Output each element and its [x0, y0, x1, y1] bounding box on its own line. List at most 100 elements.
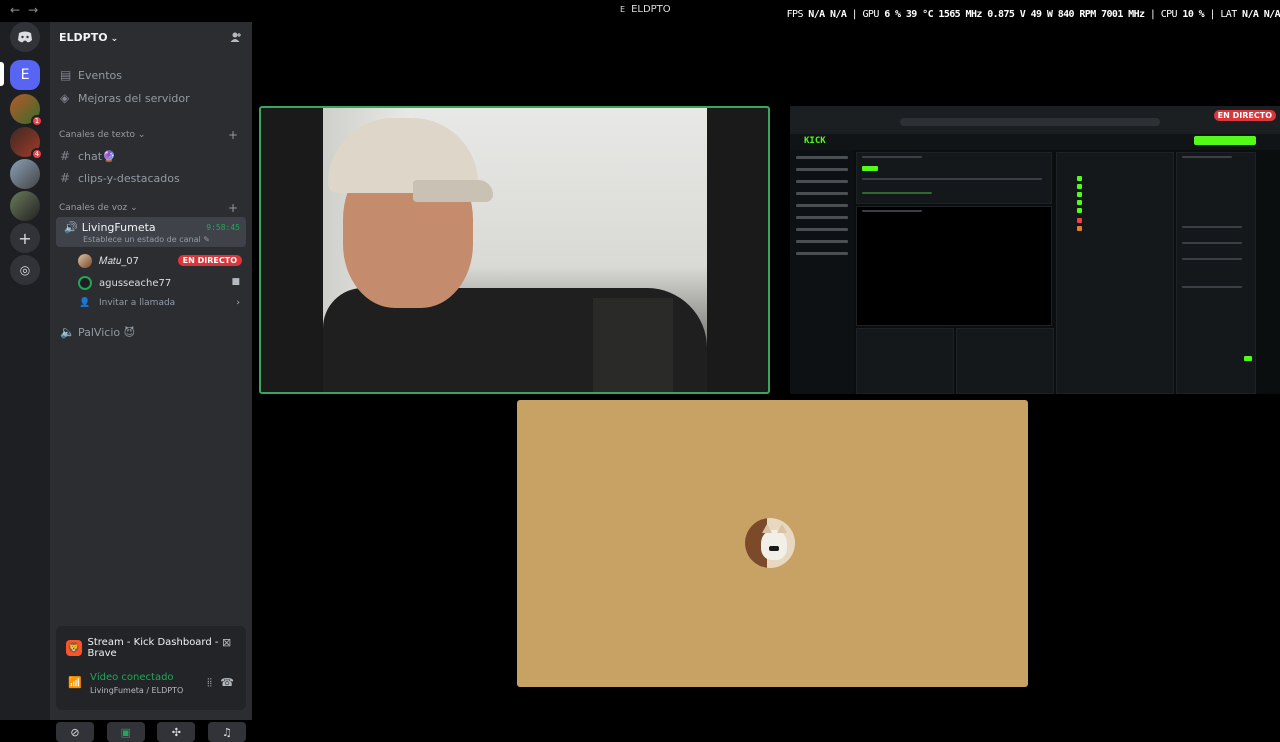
camera-off-icon[interactable]: ⊘	[56, 722, 94, 742]
selected-server-pill	[0, 62, 4, 86]
chevron-right-icon: ›	[236, 298, 240, 308]
speaker-icon: 🔊	[64, 221, 78, 234]
voice-user-agusseache[interactable]: agusseache77	[78, 276, 171, 290]
live-badge: EN DIRECTO	[177, 255, 242, 266]
screen-share-tile[interactable]: KICK EN DIRECTO	[790, 106, 1280, 394]
fps-value-2: N/A	[829, 9, 847, 20]
channel-chat[interactable]: # chat🔮	[60, 149, 116, 163]
boosts-row[interactable]: ◈ Mejoras del servidor	[60, 91, 190, 105]
server-name: ELDPTO	[59, 31, 108, 44]
server-rail: E 1 4 + ◎	[0, 22, 50, 720]
lat-value-2: N/A	[1263, 9, 1280, 20]
camera-tile[interactable]	[259, 106, 770, 394]
server-avatar-1-icon[interactable]: 1	[10, 94, 43, 127]
voice-channel-livingfumeta[interactable]: 🔊 LivingFumeta 9:58:45 Establece un estad…	[56, 217, 246, 247]
stream-info: 🦁 Stream - Kick Dashboard - Brave	[66, 637, 246, 659]
call-timer: 9:58:45	[206, 223, 240, 232]
hashtag-icon: #	[60, 171, 71, 185]
gpu-temp: 39 °C	[905, 9, 934, 20]
fps-value: N/A	[808, 9, 825, 20]
stop-stream-icon[interactable]: ⊠	[222, 636, 236, 650]
user-name: 𝑀𝑎𝑡𝑢_07	[99, 255, 139, 267]
soundboard-icon[interactable]: ♫	[207, 722, 246, 742]
add-member-icon[interactable]	[230, 31, 242, 46]
add-voice-channel-icon[interactable]: +	[228, 201, 238, 215]
activities-icon[interactable]: ✣	[157, 722, 196, 742]
voice-channel-palvicio[interactable]: 🔈 PalVicio 😈	[60, 325, 135, 339]
lat-value: N/A	[1242, 9, 1259, 20]
performance-overlay: FPS N/A N/A | GPU 6 % 39 °C 1565 MHz 0.8…	[786, 9, 1280, 20]
kick-logo: KICK	[804, 136, 826, 146]
text-category-header[interactable]: Canales de texto ⌄	[59, 130, 145, 140]
server-eldpto-icon[interactable]: E	[10, 60, 40, 90]
cpu-load: 10 %	[1182, 9, 1205, 20]
title-server-icon: E	[620, 5, 626, 14]
boost-gem-icon: ◈	[60, 91, 70, 105]
title-bar: ←→ E ELDPTO FPS N/A N/A | GPU 6 % 39 °C 1…	[0, 0, 1280, 22]
avatar-tile[interactable]	[517, 400, 1028, 687]
chevron-down-icon: ⌄	[110, 34, 119, 44]
forward-arrow-icon[interactable]: →	[28, 3, 46, 17]
title-text: ELDPTO	[631, 4, 671, 15]
webcam-video	[323, 108, 707, 392]
gpu-label: GPU	[862, 9, 880, 20]
voice-connection-panel: 🦁 Stream - Kick Dashboard - Brave ⊠ 📶 Víd…	[56, 626, 246, 710]
lat-label: LAT	[1220, 9, 1237, 20]
calendar-icon: ▤	[60, 68, 72, 82]
invite-to-call-row[interactable]: 👤 Invitar a llamada	[78, 298, 175, 308]
discord-home-icon[interactable]	[10, 22, 40, 52]
add-text-channel-icon[interactable]: +	[228, 128, 238, 142]
channel-label: clips-y-destacados	[78, 171, 180, 185]
brave-browser-icon: 🦁	[66, 640, 82, 656]
avatar	[78, 254, 92, 268]
nav-arrows: ←→	[10, 3, 46, 17]
voice-category-label: Canales de voz	[59, 203, 128, 213]
channel-label: chat🔮	[78, 149, 116, 163]
channel-status-prompt[interactable]: Establece un estado de canal ✎	[83, 235, 210, 244]
gpu-mem: 7001 MHz	[1101, 9, 1145, 20]
mention-badge: 4	[31, 148, 43, 160]
gpu-fan: 840 RPM	[1057, 9, 1097, 20]
channel-label: PalVicio 😈	[78, 325, 136, 339]
channel-sidebar: ELDPTO ⌄ ▤ Eventos ◈ Mejoras del servidor C…	[50, 22, 252, 742]
add-person-icon: 👤	[79, 298, 91, 308]
connection-location: LivingFumeta / ELDPTO	[90, 686, 184, 695]
gpu-load: 6 %	[884, 9, 901, 20]
user-name: agusseache77	[99, 277, 172, 289]
call-action-bar: ⊘ ▣ ✣ ♫	[56, 722, 246, 742]
voice-category-header[interactable]: Canales de voz ⌄	[59, 203, 138, 213]
text-category-label: Canales de texto	[59, 130, 135, 140]
avatar	[78, 276, 92, 290]
live-badge: EN DIRECTO	[1213, 110, 1276, 121]
channel-clips[interactable]: # clips-y-destacados	[60, 171, 180, 185]
invite-label: Invitar a llamada	[99, 298, 176, 308]
cat-avatar	[745, 518, 795, 568]
back-arrow-icon[interactable]: ←	[10, 3, 28, 17]
disconnect-icon[interactable]: ☎	[220, 676, 234, 689]
discover-compass-icon[interactable]: ◎	[10, 255, 40, 285]
server-avatar-2-icon[interactable]: 4	[10, 127, 43, 160]
noise-suppression-icon[interactable]: ⦙⦙	[207, 676, 212, 690]
speaker-icon: 🔈	[60, 325, 75, 339]
voice-channel-name: LivingFumeta	[81, 221, 156, 234]
camera-icon: ■	[231, 277, 240, 287]
channel-status-label: Establece un estado de canal	[83, 235, 201, 244]
server-header[interactable]: ELDPTO ⌄	[59, 31, 118, 44]
voice-user-matu[interactable]: 𝑀𝑎𝑡𝑢_07	[78, 254, 139, 268]
fps-label: FPS	[786, 9, 804, 20]
gpu-volt: 0.875 V	[987, 9, 1026, 20]
signal-icon[interactable]: 📶	[68, 676, 82, 689]
screen-share-icon[interactable]: ▣	[106, 722, 145, 742]
mention-badge: 1	[31, 115, 43, 127]
connection-status[interactable]: Vídeo conectado	[90, 672, 174, 683]
kick-sidebar	[790, 150, 854, 394]
pencil-icon: ✎	[203, 235, 210, 244]
server-avatar-3-icon[interactable]	[10, 159, 40, 189]
events-row[interactable]: ▤ Eventos	[60, 68, 122, 82]
events-label: Eventos	[78, 68, 122, 82]
server-avatar-4-icon[interactable]	[10, 191, 40, 221]
add-server-icon[interactable]: +	[10, 223, 40, 253]
gpu-clock: 1565 MHz	[938, 9, 982, 20]
window-title: E ELDPTO	[620, 4, 671, 15]
gpu-power: 49 W	[1030, 9, 1053, 20]
